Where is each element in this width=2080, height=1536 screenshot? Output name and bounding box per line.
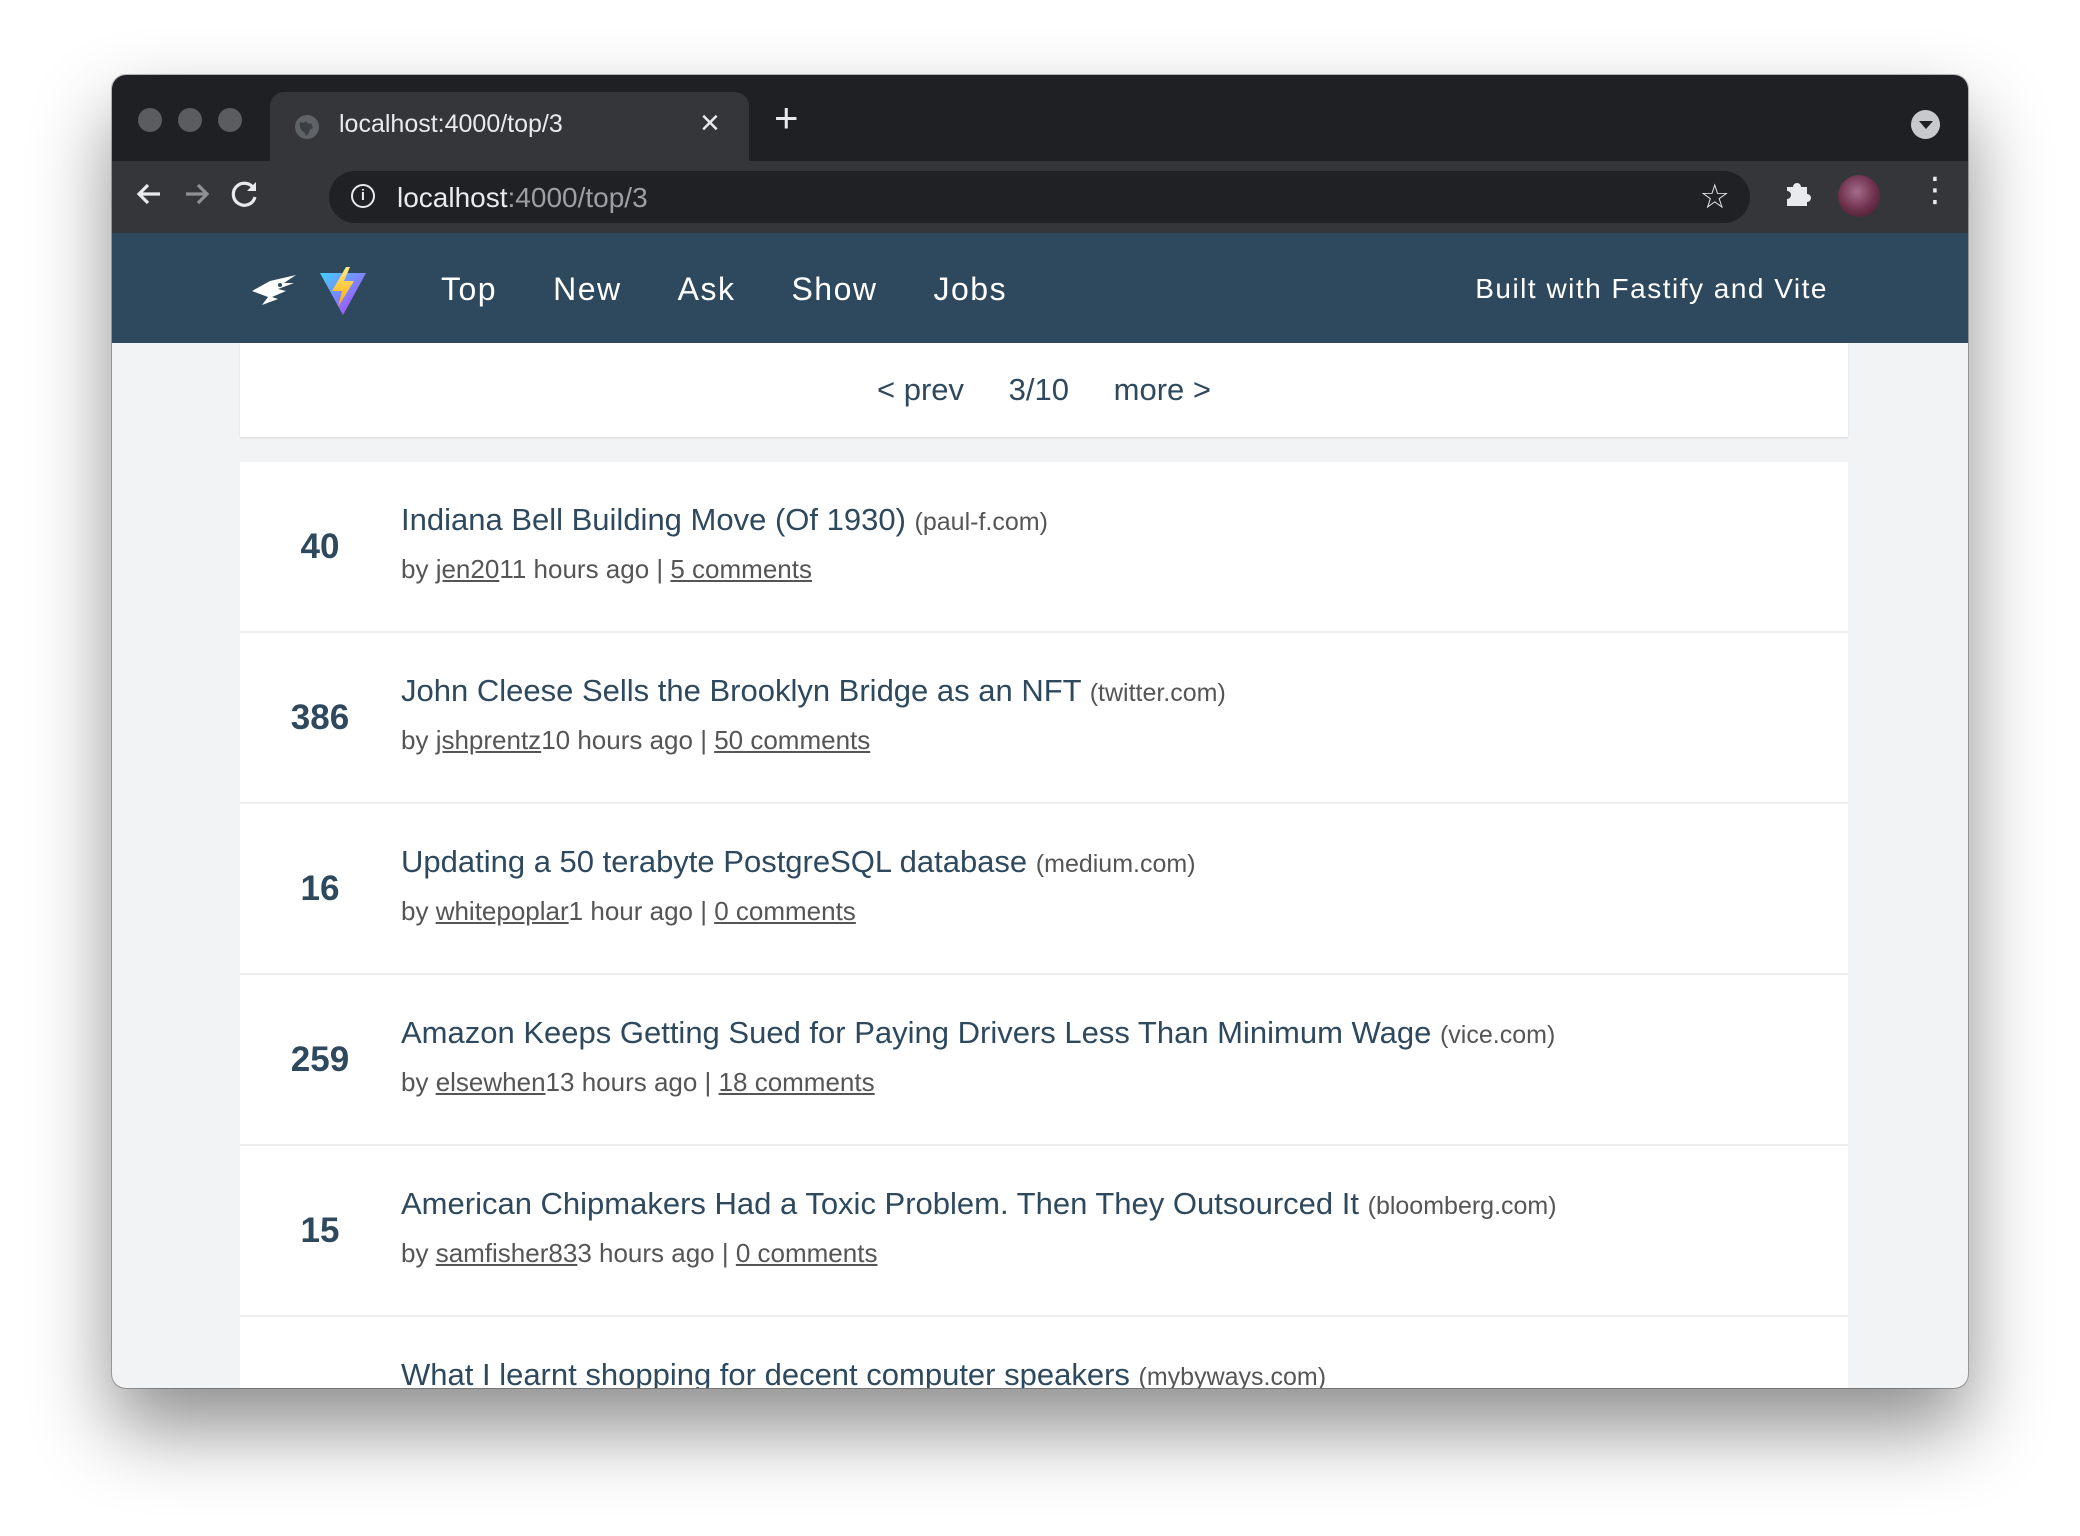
forward-arrow-icon[interactable] — [180, 177, 214, 219]
story-meta: by whitepoplar1 hour ago | 0 comments — [401, 896, 856, 926]
browser-tab[interactable]: localhost:4000/top/3 × — [270, 92, 749, 161]
story-user-link[interactable]: samfisher83 — [436, 1238, 578, 1268]
story-item: 15 American Chipmakers Had a Toxic Probl… — [240, 1146, 1848, 1317]
nav-top[interactable]: Top — [441, 271, 497, 308]
minimize-window-button[interactable] — [178, 108, 202, 132]
story-item: 16 Updating a 50 terabyte PostgreSQL dat… — [240, 804, 1848, 975]
more-link[interactable]: more > — [1114, 372, 1211, 407]
story-score: 40 — [300, 527, 340, 566]
story-title: Updating a 50 terabyte PostgreSQL databa… — [401, 844, 1196, 880]
site-header: Top New Ask Show Jobs Built with Fastify… — [112, 233, 1968, 343]
story-title-link[interactable]: Amazon Keeps Getting Sued for Paying Dri… — [401, 1015, 1431, 1050]
story-score: 94 — [240, 1317, 400, 1388]
story-title: American Chipmakers Had a Toxic Problem.… — [401, 1186, 1557, 1222]
story-title-link[interactable]: American Chipmakers Had a Toxic Problem.… — [401, 1186, 1359, 1221]
vite-logo-icon[interactable] — [318, 267, 368, 317]
story-meta: by jshprentz10 hours ago | 50 comments — [401, 725, 871, 755]
nav-ask[interactable]: Ask — [678, 271, 736, 308]
story-user-link[interactable]: whitepoplar — [436, 896, 569, 926]
tab-search-button[interactable] — [1911, 110, 1940, 139]
address-bar[interactable]: i localhost:4000/top/3 ☆ — [329, 171, 1750, 223]
story-title: What I learnt shopping for decent comput… — [401, 1357, 1326, 1388]
maximize-window-button[interactable] — [218, 108, 242, 132]
story-meta: by samfisher833 hours ago | 0 comments — [401, 1238, 878, 1268]
reload-icon[interactable] — [228, 177, 262, 219]
built-with-text: Built with Fastify and Vite — [1475, 273, 1828, 304]
main-nav: Top New Ask Show Jobs — [441, 271, 1007, 308]
story-title-link[interactable]: What I learnt shopping for decent comput… — [401, 1357, 1130, 1388]
story-meta: by elsewhen13 hours ago | 18 comments — [401, 1067, 875, 1097]
story-comments-link[interactable]: 0 comments — [714, 896, 856, 926]
story-host: (bloomberg.com) — [1367, 1192, 1557, 1220]
story-comments-link[interactable]: 0 comments — [736, 1238, 878, 1268]
nav-new[interactable]: New — [553, 271, 622, 308]
story-host: (mybyways.com) — [1138, 1363, 1327, 1388]
bookmark-star-icon[interactable]: ☆ — [1700, 177, 1730, 217]
story-title-link[interactable]: Indiana Bell Building Move (Of 1930) — [401, 502, 906, 537]
story-host: (twitter.com) — [1089, 679, 1226, 707]
browser-window: localhost:4000/top/3 × + i localhost:400… — [112, 75, 1968, 1388]
page-indicator: 3/10 — [1008, 372, 1069, 407]
story-host: (vice.com) — [1439, 1021, 1556, 1049]
story-title-link[interactable]: Updating a 50 terabyte PostgreSQL databa… — [401, 844, 1027, 879]
story-meta: by jen2011 hours ago | 5 comments — [401, 554, 812, 584]
close-window-button[interactable] — [138, 108, 162, 132]
close-tab-icon[interactable]: × — [700, 106, 720, 140]
url-text: localhost:4000/top/3 — [397, 182, 648, 213]
tab-title: localhost:4000/top/3 — [339, 110, 563, 138]
story-host: (medium.com) — [1035, 850, 1196, 878]
story-title: Amazon Keeps Getting Sued for Paying Dri… — [401, 1015, 1555, 1051]
fastify-logo-icon[interactable] — [250, 271, 300, 307]
prev-link[interactable]: < prev — [877, 372, 964, 407]
story-user-link[interactable]: jshprentz — [436, 725, 542, 755]
story-item: 94 What I learnt shopping for decent com… — [240, 1317, 1848, 1388]
story-score: 259 — [290, 1040, 350, 1079]
story-score: 16 — [300, 869, 340, 908]
story-score: 15 — [300, 1211, 340, 1250]
story-comments-link[interactable]: 5 comments — [670, 554, 812, 584]
story-item: 386 John Cleese Sells the Brooklyn Bridg… — [240, 633, 1848, 804]
pagination: < prev 3/10 more > — [240, 343, 1848, 437]
profile-avatar[interactable] — [1838, 175, 1880, 217]
new-tab-button[interactable]: + — [774, 97, 799, 139]
story-item: 259 Amazon Keeps Getting Sued for Paying… — [240, 975, 1848, 1146]
story-title: John Cleese Sells the Brooklyn Bridge as… — [401, 673, 1226, 709]
story-host: (paul-f.com) — [914, 508, 1048, 536]
story-comments-link[interactable]: 18 comments — [719, 1067, 875, 1097]
story-list: 40 Indiana Bell Building Move (Of 1930) … — [240, 462, 1848, 1388]
browser-toolbar: i localhost:4000/top/3 ☆ ⋮ — [112, 161, 1968, 233]
story-user-link[interactable]: elsewhen — [436, 1067, 546, 1097]
story-comments-link[interactable]: 50 comments — [714, 725, 870, 755]
back-arrow-icon[interactable] — [132, 177, 166, 219]
story-title: Indiana Bell Building Move (Of 1930) (pa… — [401, 502, 1048, 538]
nav-jobs[interactable]: Jobs — [934, 271, 1008, 308]
story-user-link[interactable]: jen20 — [436, 554, 500, 584]
extensions-puzzle-icon[interactable] — [1782, 175, 1816, 218]
nav-show[interactable]: Show — [791, 271, 877, 308]
story-title-link[interactable]: John Cleese Sells the Brooklyn Bridge as… — [401, 673, 1081, 708]
globe-icon — [295, 115, 319, 139]
story-score: 386 — [290, 698, 350, 737]
browser-menu-icon[interactable]: ⋮ — [1918, 173, 1952, 207]
story-item: 40 Indiana Bell Building Move (Of 1930) … — [240, 462, 1848, 633]
site-info-icon[interactable]: i — [351, 184, 375, 208]
tab-strip: localhost:4000/top/3 × + — [112, 75, 1968, 161]
